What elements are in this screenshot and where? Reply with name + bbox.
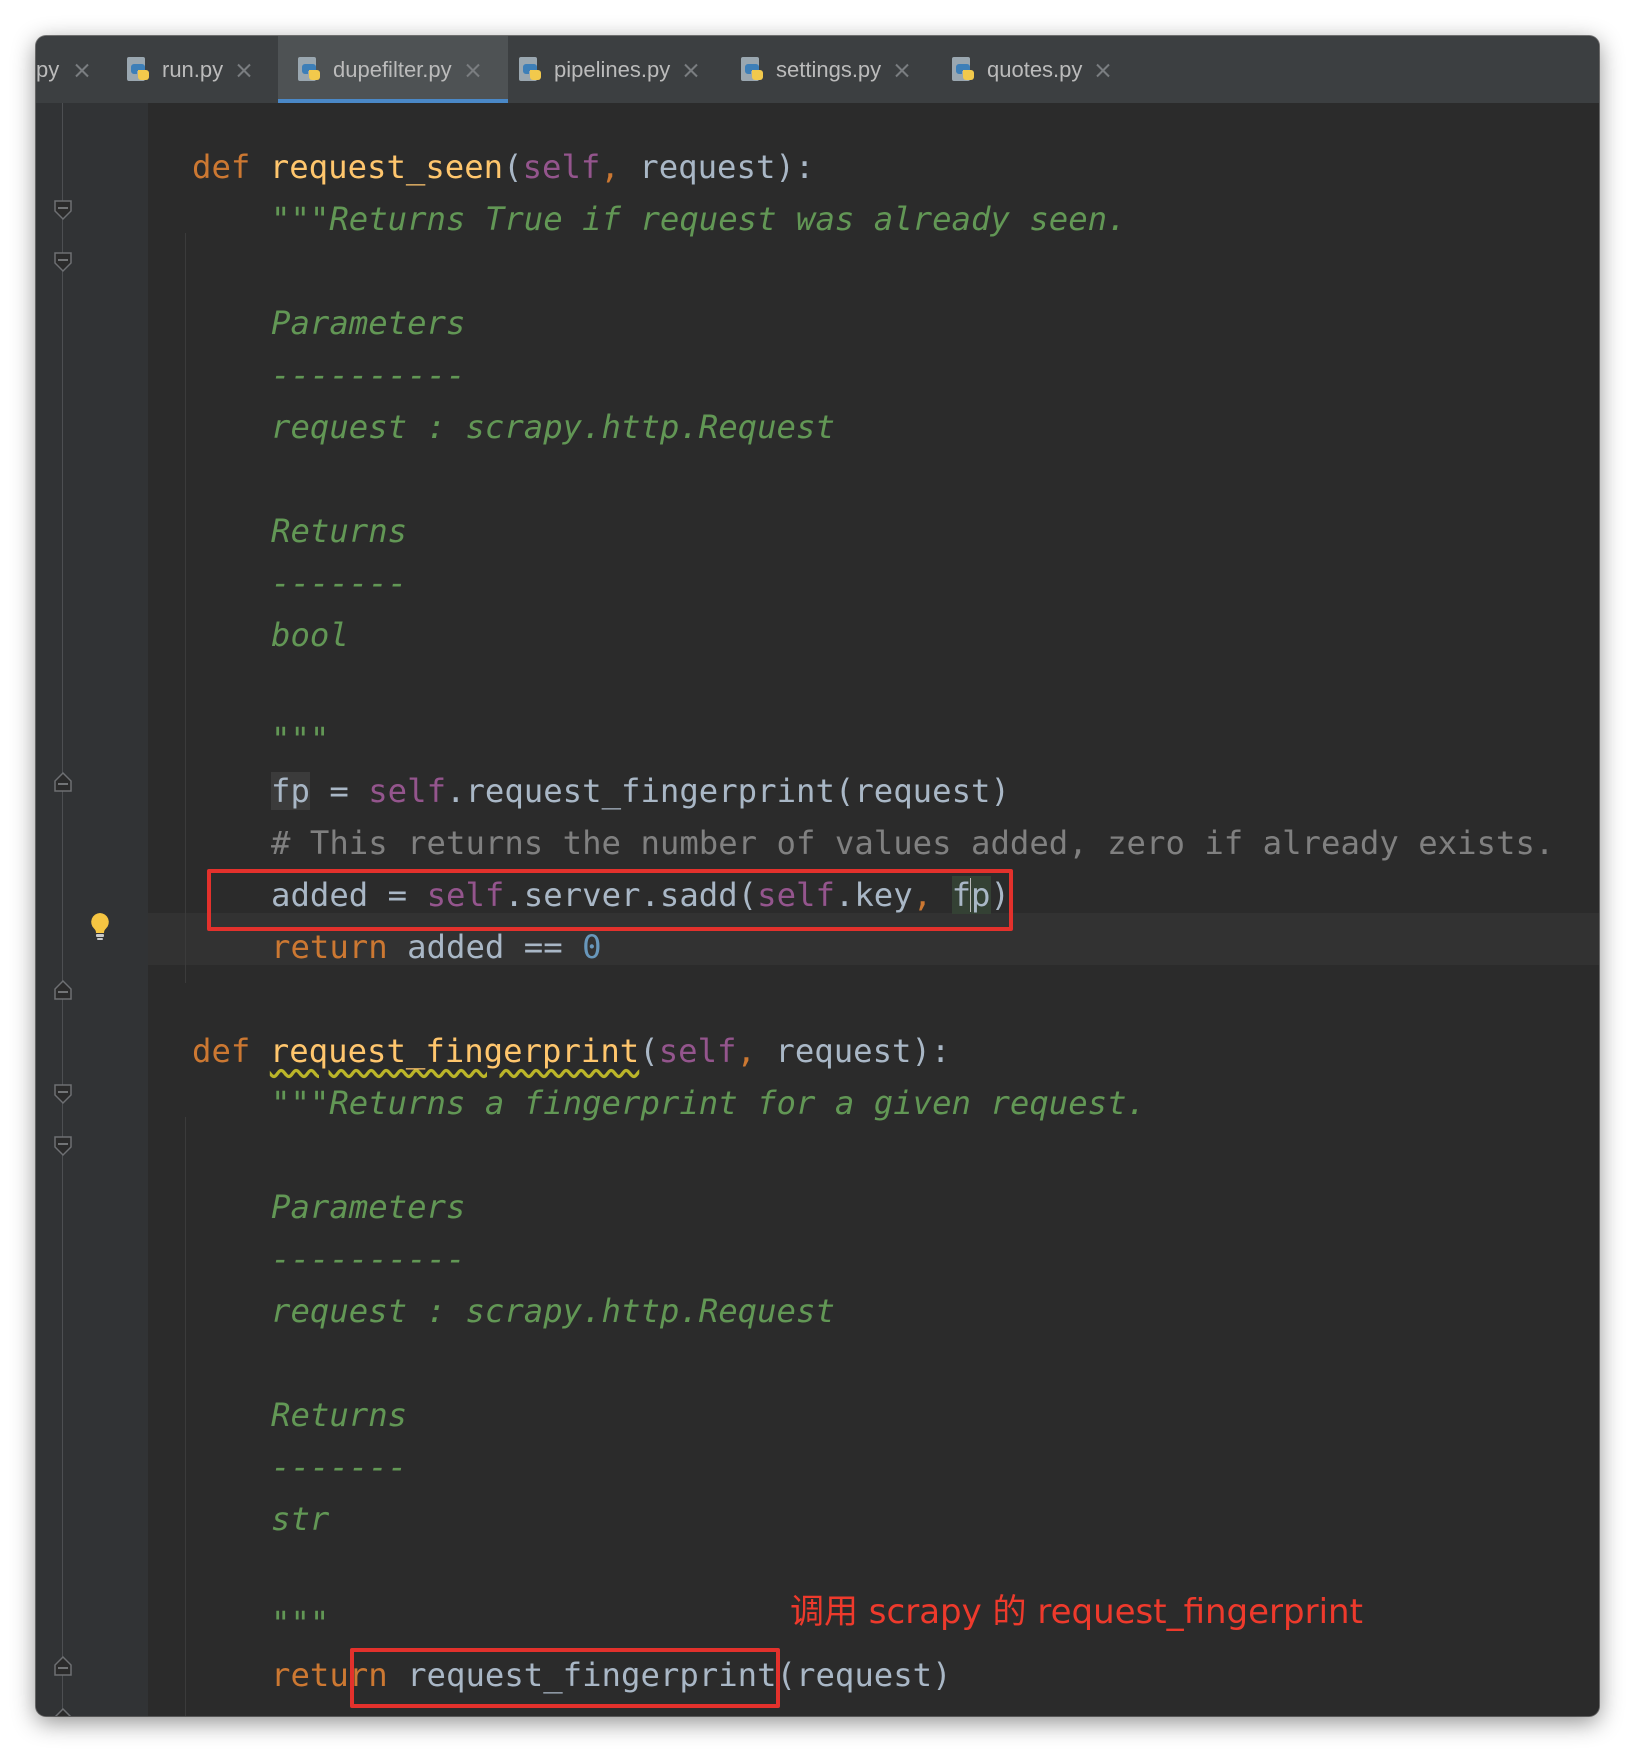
fold-marker-icon[interactable]: [53, 1655, 73, 1677]
code-line: fp = self.request_fingerprint(request): [271, 772, 1010, 810]
tab-label: pipelines.py: [554, 56, 671, 82]
lightbulb-icon[interactable]: [88, 911, 112, 941]
python-file-icon: [952, 56, 974, 81]
docstring-line: bool: [271, 616, 349, 654]
annotation-label: 调用 scrapy 的 request_fingerprint: [790, 1592, 1363, 1632]
docstring-line: ----------: [271, 1240, 466, 1278]
docstring-line: request : scrapy.http.Request: [271, 408, 835, 446]
docstring-line: Returns: [271, 1396, 408, 1434]
tab-partial-py[interactable]: py: [36, 36, 96, 103]
docstring-line: ----------: [271, 356, 466, 394]
indent-guide: [185, 1117, 186, 1716]
tab-settings-py[interactable]: settings.py: [738, 36, 938, 103]
docstring-line: """Returns True if request was already s…: [271, 200, 1127, 238]
code-line: def request_seen(self, request):: [192, 148, 815, 186]
fold-marker-icon[interactable]: [53, 199, 73, 221]
tab-label: py: [36, 56, 60, 82]
tab-label: run.py: [162, 56, 224, 82]
tab-pipelines-py[interactable]: pipelines.py: [516, 36, 726, 103]
docstring-line: Parameters: [271, 1188, 466, 1226]
close-icon[interactable]: [895, 63, 909, 77]
editor-gutter: [36, 103, 148, 1716]
docstring-line: """: [271, 1604, 330, 1642]
fold-marker-icon[interactable]: [53, 1707, 73, 1716]
docstring-line: Returns: [271, 512, 408, 550]
indent-guide: [185, 233, 186, 983]
close-icon[interactable]: [466, 63, 480, 77]
comment-line: # This returns the number of values adde…: [271, 824, 1555, 862]
fold-guide-line: [62, 103, 63, 1716]
close-icon[interactable]: [237, 63, 251, 77]
tab-label: dupefilter.py: [333, 56, 452, 82]
close-icon[interactable]: [684, 63, 698, 77]
tab-label: settings.py: [776, 56, 882, 82]
fold-marker-icon[interactable]: [53, 1135, 73, 1157]
docstring-line: """: [271, 720, 330, 758]
python-file-icon: [519, 56, 541, 81]
python-file-icon: [741, 56, 763, 81]
editor-tab-bar: py run.py dupefilter.py pipelines.py set…: [36, 36, 1599, 104]
docstring-line: Parameters: [271, 304, 466, 342]
tab-dupefilter-py[interactable]: dupefilter.py: [278, 36, 508, 103]
fold-marker-icon[interactable]: [53, 251, 73, 273]
fold-marker-icon[interactable]: [53, 1083, 73, 1105]
tab-label: quotes.py: [987, 56, 1083, 82]
python-file-icon: [298, 56, 320, 81]
tab-run-py[interactable]: run.py: [124, 36, 294, 103]
close-icon[interactable]: [75, 63, 89, 77]
code-line: def request_fingerprint(self, request):: [192, 1032, 951, 1070]
python-file-icon: [127, 56, 149, 81]
fold-marker-icon[interactable]: [53, 979, 73, 1001]
fold-marker-icon[interactable]: [53, 771, 73, 793]
close-icon[interactable]: [1096, 63, 1110, 77]
docstring-line: request : scrapy.http.Request: [271, 1292, 835, 1330]
highlight-box-sadd: [207, 869, 1013, 931]
docstring-line: -------: [271, 564, 408, 602]
docstring-line: str: [271, 1500, 330, 1538]
docstring-line: -------: [271, 1448, 408, 1486]
docstring-line: """Returns a fingerprint for a given req…: [271, 1084, 1146, 1122]
highlight-box-request-fingerprint: [350, 1648, 780, 1708]
tab-quotes-py[interactable]: quotes.py: [949, 36, 1139, 103]
